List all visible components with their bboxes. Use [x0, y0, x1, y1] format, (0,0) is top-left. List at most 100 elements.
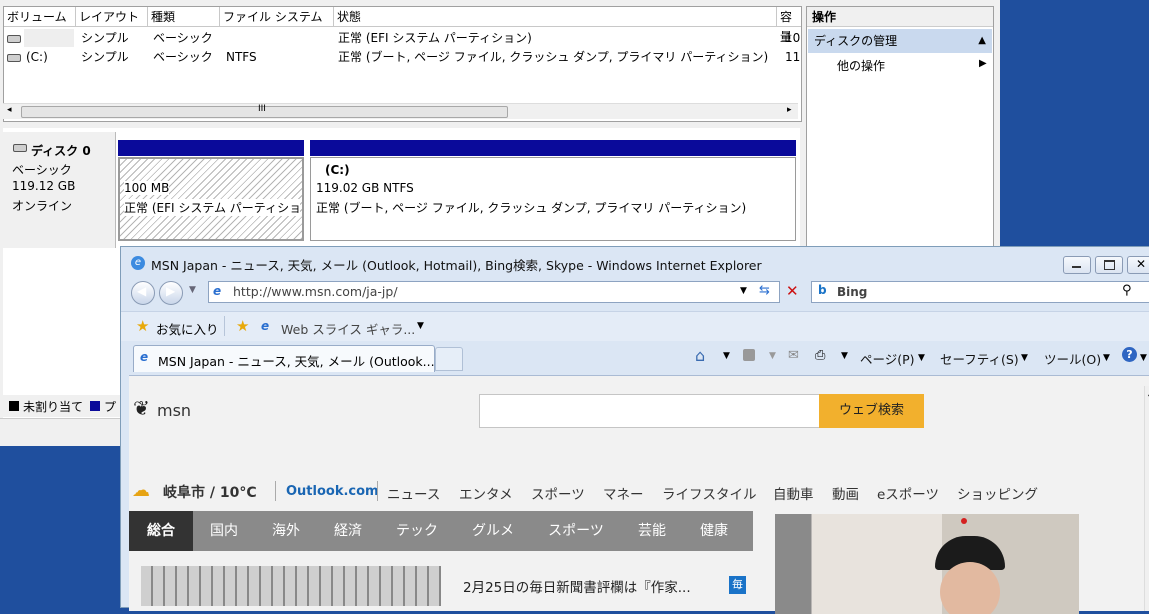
- weather-location[interactable]: 岐阜市 / 10°C: [163, 482, 257, 502]
- legend: 未割り当て プ: [3, 395, 123, 417]
- address-input[interactable]: http://www.msn.com/ja-jp/: [233, 284, 398, 299]
- collapse-up-icon[interactable]: ▲: [978, 29, 986, 53]
- home-dropdown-icon[interactable]: ▼: [723, 351, 730, 361]
- table-row[interactable]: シンプル ベーシック 正常 (EFI システム パーティション) 100: [4, 29, 801, 47]
- headline-link[interactable]: 2月25日の毎日新聞書評欄は『作家...: [463, 576, 691, 596]
- address-dropdown-icon[interactable]: ▼: [740, 286, 747, 296]
- web-slice-gallery[interactable]: Web スライス ギャラ...: [281, 319, 415, 338]
- ie-logo-icon: e: [131, 256, 145, 270]
- outlook-link[interactable]: Outlook.com: [286, 484, 379, 499]
- close-icon: ✕: [1136, 257, 1147, 271]
- disk-icon: [13, 144, 27, 152]
- category-gourmet[interactable]: グルメ: [455, 511, 531, 551]
- nav-news[interactable]: ニュース: [387, 483, 440, 503]
- partition-bar-c: [310, 140, 796, 156]
- scroll-right-icon[interactable]: ▸: [787, 105, 792, 115]
- msn-logo-text[interactable]: msn: [157, 401, 191, 420]
- tools-menu[interactable]: ツール(O): [1044, 349, 1101, 368]
- feeds-dropdown-icon[interactable]: ▼: [769, 351, 776, 361]
- col-filesystem[interactable]: ファイル システム: [220, 7, 334, 27]
- print-icon[interactable]: ⎙: [815, 348, 825, 363]
- col-capacity[interactable]: 容量: [777, 7, 801, 44]
- stop-icon[interactable]: ✕: [786, 282, 799, 300]
- nav-sports[interactable]: スポーツ: [531, 483, 585, 503]
- cell-volume: [24, 29, 74, 47]
- back-button[interactable]: ◀: [131, 281, 155, 305]
- history-dropdown-icon[interactable]: ▼: [189, 285, 196, 295]
- add-favorites-icon[interactable]: ★: [236, 317, 249, 335]
- disk-0-label[interactable]: ディスク 0 ベーシック 119.12 GB オンライン: [3, 132, 116, 248]
- scroll-thumb[interactable]: III: [21, 104, 508, 118]
- nav-esports[interactable]: eスポーツ: [877, 483, 939, 503]
- feeds-icon[interactable]: [743, 349, 755, 361]
- web-slice-icon: e: [261, 319, 270, 333]
- close-button[interactable]: ✕: [1127, 256, 1149, 274]
- actions-header: 操作: [807, 7, 993, 27]
- safety-menu-dropdown-icon: ▼: [1021, 353, 1028, 363]
- cell-layout: シンプル: [81, 31, 129, 45]
- partition-efi[interactable]: 100 MB 正常 (EFI システム パーティション): [118, 157, 304, 241]
- nav-autos[interactable]: 自動車: [773, 483, 814, 503]
- featured-photo[interactable]: [775, 514, 1079, 614]
- new-tab-button[interactable]: [435, 347, 463, 371]
- actions-section-disk-management[interactable]: ディスクの管理 ▲: [808, 29, 992, 53]
- print-dropdown-icon[interactable]: ▼: [841, 351, 848, 361]
- nav-lifestyle[interactable]: ライフスタイル: [662, 483, 757, 503]
- nav-money[interactable]: マネー: [603, 483, 644, 503]
- horizontal-scrollbar[interactable]: ◂ III ▸: [3, 103, 798, 119]
- forward-button[interactable]: ▶: [159, 281, 183, 305]
- col-layout[interactable]: レイアウト: [76, 7, 148, 27]
- col-status[interactable]: 状態: [334, 7, 777, 27]
- search-icon[interactable]: ⚲: [1122, 283, 1132, 298]
- partition-bar-efi: [118, 140, 304, 156]
- nav-shopping[interactable]: ショッピング: [957, 483, 1038, 503]
- web-search-button[interactable]: ウェブ検索: [819, 394, 924, 428]
- minimize-button[interactable]: [1063, 256, 1091, 274]
- category-entertainment[interactable]: 芸能: [621, 511, 683, 551]
- safety-menu[interactable]: セーフティ(S): [940, 349, 1019, 368]
- col-volume[interactable]: ボリューム: [4, 7, 76, 27]
- search-box[interactable]: b Bing ⚲: [811, 281, 1149, 303]
- maximize-button[interactable]: [1095, 256, 1123, 274]
- favorites-button[interactable]: お気に入り: [156, 319, 219, 338]
- favorites-star-icon: ★: [136, 317, 150, 335]
- nav-video[interactable]: 動画: [832, 483, 859, 503]
- legend-primary-label: プ: [104, 400, 117, 414]
- category-economy[interactable]: 経済: [317, 511, 379, 551]
- nav-entertainment[interactable]: エンタメ: [459, 483, 513, 503]
- address-bar[interactable]: e http://www.msn.com/ja-jp/ ▼: [208, 281, 780, 303]
- vertical-scrollbar[interactable]: ▲: [1144, 386, 1149, 611]
- category-world[interactable]: 海外: [255, 511, 317, 551]
- category-sports[interactable]: スポーツ: [531, 511, 621, 551]
- legend-swatch-unallocated: [9, 401, 19, 411]
- partition-status: 正常 (ブート, ページ ファイル, クラッシュ ダンプ, プライマリ パーティ…: [316, 201, 747, 215]
- table-row[interactable]: (C:) シンプル ベーシック NTFS 正常 (ブート, ページ ファイル, …: [4, 48, 801, 66]
- tab-msn[interactable]: e MSN Japan - ニュース, 天気, メール (Outlook...: [133, 345, 435, 372]
- mail-icon[interactable]: ✉: [788, 348, 799, 363]
- partition-c[interactable]: (C:) 119.02 GB NTFS 正常 (ブート, ページ ファイル, ク…: [310, 157, 796, 241]
- home-icon[interactable]: ⌂: [695, 346, 705, 365]
- cell-status: 正常 (EFI システム パーティション): [338, 31, 532, 45]
- scroll-left-icon[interactable]: ◂: [7, 105, 12, 115]
- back-arrow-icon: ◀: [137, 284, 147, 298]
- category-health[interactable]: 健康: [683, 511, 745, 551]
- page-menu[interactable]: ページ(P): [860, 349, 915, 368]
- col-type[interactable]: 種類: [148, 7, 220, 27]
- cell-layout: シンプル: [81, 50, 129, 64]
- divider: [275, 481, 276, 501]
- help-icon[interactable]: ?: [1122, 347, 1137, 362]
- other-actions-label: 他の操作: [837, 59, 886, 73]
- category-tech[interactable]: テック: [379, 511, 455, 551]
- cell-status: 正常 (ブート, ページ ファイル, クラッシュ ダンプ, プライマリ パーティ…: [338, 50, 769, 64]
- news-thumbnail[interactable]: [141, 566, 441, 606]
- category-general[interactable]: 総合: [129, 511, 193, 551]
- msn-butterfly-icon[interactable]: ❦: [133, 396, 150, 420]
- web-slice-dropdown-icon[interactable]: ▼: [417, 321, 424, 331]
- category-domestic[interactable]: 国内: [193, 511, 255, 551]
- refresh-icon[interactable]: ⇆: [759, 283, 770, 298]
- other-actions-item[interactable]: 他の操作: [837, 57, 885, 75]
- msn-search-input[interactable]: [479, 394, 821, 428]
- help-dropdown-icon[interactable]: ▼: [1140, 353, 1147, 363]
- cell-capacity: 119: [785, 50, 801, 64]
- photo-sign: [961, 518, 967, 524]
